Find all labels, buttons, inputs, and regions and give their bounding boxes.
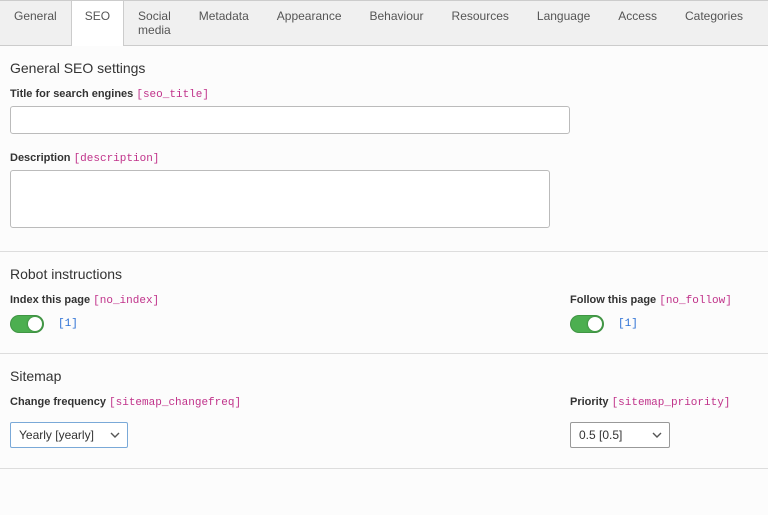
tab-access[interactable]: Access [604,1,671,45]
select-change-frequency[interactable]: Yearly [yearly] [10,422,128,448]
select-priority[interactable]: 0.5 [0.5] [570,422,670,448]
dev-tag-no-index: [no_index] [93,295,159,307]
tab-notes[interactable]: Notes [757,1,768,45]
tab-bar: General SEO Social media Metadata Appear… [0,0,768,46]
label-change-frequency: Change frequency [sitemap_changefreq] [10,396,570,409]
tab-categories[interactable]: Categories [671,1,757,45]
label-index-page-text: Index this page [10,294,90,306]
label-index-page: Index this page [no_index] [10,294,570,307]
label-description: Description [description] [10,152,758,165]
input-seo-title[interactable] [10,106,570,134]
dev-tag-description: [description] [74,153,160,165]
label-priority: Priority [sitemap_priority] [570,396,758,409]
label-description-text: Description [10,152,71,164]
tab-resources[interactable]: Resources [438,1,523,45]
section-general-seo: General SEO settings Title for search en… [0,46,768,252]
toggle-follow-page[interactable] [570,315,604,333]
section-robot: Robot instructions Index this page [no_i… [0,252,768,354]
value-index-page: [1] [58,318,78,330]
dev-tag-priority: [sitemap_priority] [612,397,731,409]
section-heading-sitemap: Sitemap [10,368,758,384]
tab-metadata[interactable]: Metadata [185,1,263,45]
label-seo-title: Title for search engines [seo_title] [10,88,758,101]
tab-language[interactable]: Language [523,1,604,45]
tab-social-media[interactable]: Social media [124,1,185,45]
tab-general[interactable]: General [0,1,71,45]
value-follow-page: [1] [618,318,638,330]
dev-tag-seo-title: [seo_title] [136,89,209,101]
tab-appearance[interactable]: Appearance [263,1,356,45]
toggle-index-page[interactable] [10,315,44,333]
dev-tag-changefreq: [sitemap_changefreq] [109,397,241,409]
textarea-description[interactable] [10,170,550,228]
label-change-frequency-text: Change frequency [10,396,106,408]
label-seo-title-text: Title for search engines [10,88,133,100]
label-follow-page: Follow this page [no_follow] [570,294,758,307]
tab-seo[interactable]: SEO [71,1,124,45]
section-sitemap: Sitemap Change frequency [sitemap_change… [0,354,768,469]
section-heading-general-seo: General SEO settings [10,60,758,76]
section-heading-robot: Robot instructions [10,266,758,282]
dev-tag-no-follow: [no_follow] [659,295,732,307]
tab-behaviour[interactable]: Behaviour [356,1,438,45]
label-priority-text: Priority [570,396,609,408]
label-follow-page-text: Follow this page [570,294,656,306]
